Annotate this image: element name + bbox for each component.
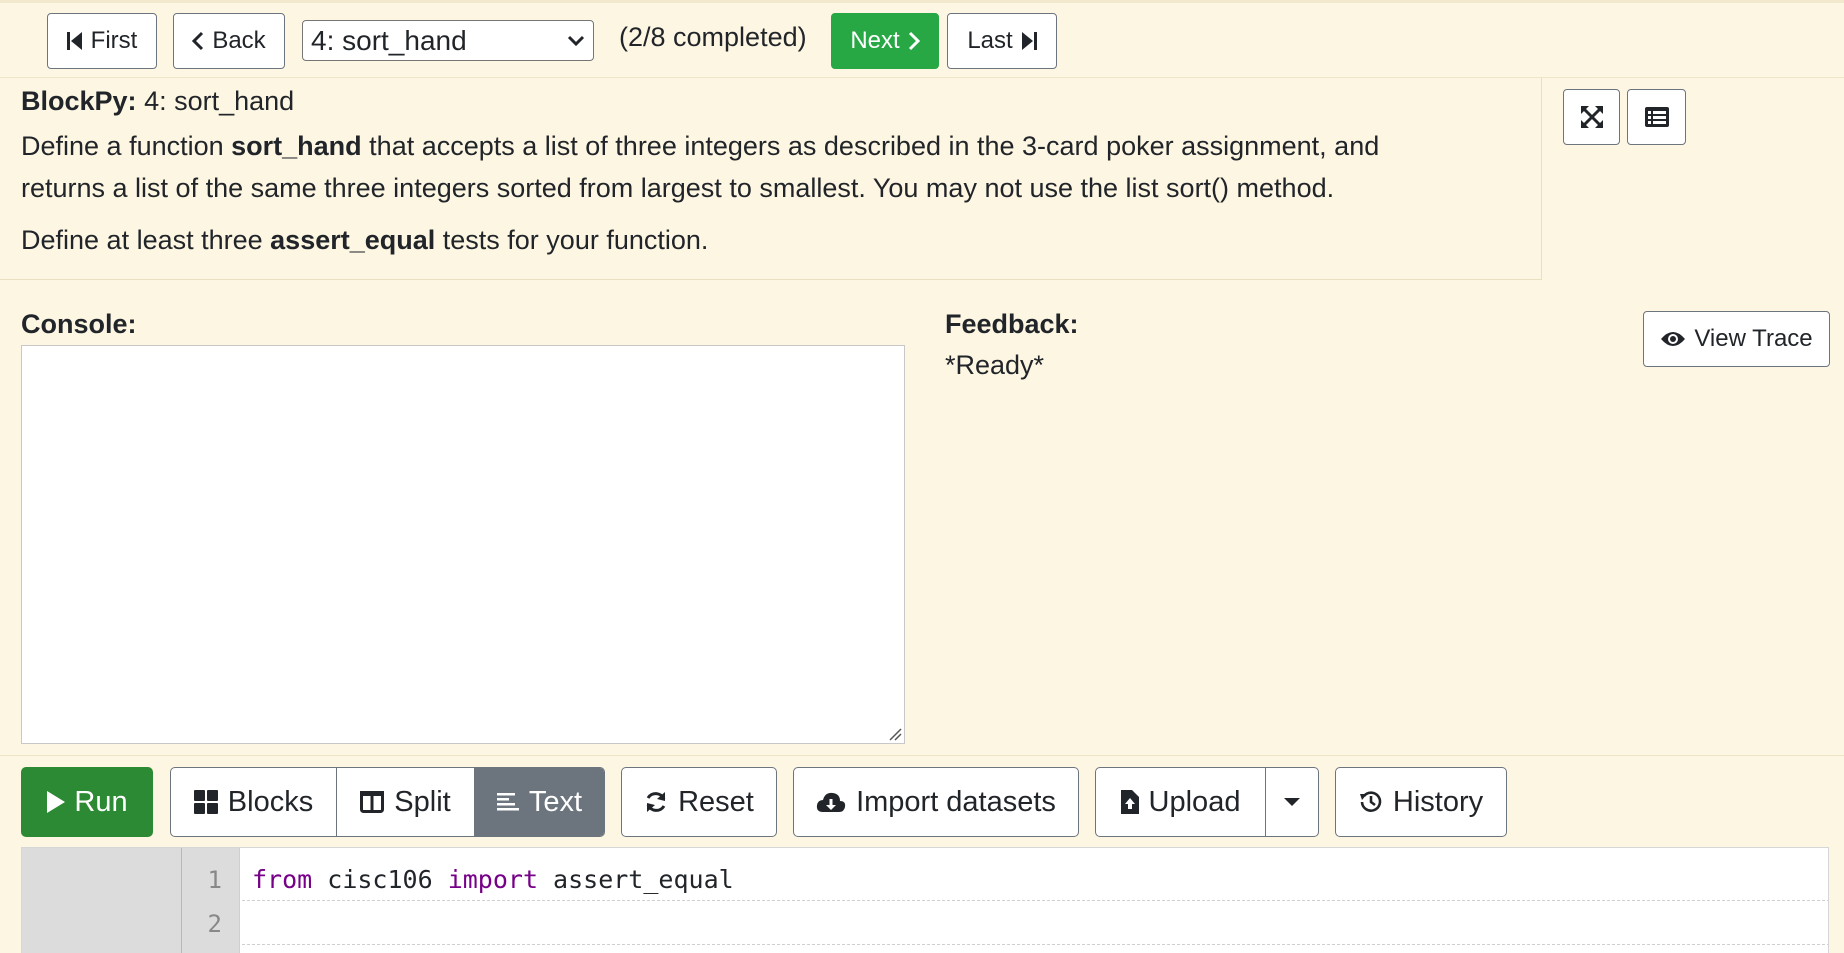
run-button[interactable]: Run [21, 767, 153, 837]
assignment-select-value: 4: sort_hand [311, 24, 467, 56]
back-label: Back [212, 27, 266, 54]
code-line-1: from cisc106 import assert_equal [252, 865, 734, 894]
next-label: Next [850, 27, 900, 54]
test-function-name: assert_equal [270, 225, 436, 255]
brand-label: BlockPy: [21, 86, 137, 116]
eye-icon [1661, 332, 1686, 346]
toolbar-divider [0, 755, 1844, 756]
run-label: Run [74, 785, 128, 818]
import-datasets-button[interactable]: Import datasets [793, 767, 1079, 837]
chevron-down-icon [567, 35, 585, 46]
code-text: assert_equal [538, 865, 734, 894]
align-left-icon [496, 793, 519, 811]
first-label: First [90, 27, 138, 54]
console-label: Console: [21, 309, 137, 339]
last-label: Last [967, 27, 1013, 54]
code-text: cisc106 [312, 865, 448, 894]
caret-down-icon [1284, 798, 1300, 806]
code-keyword: from [252, 865, 313, 894]
feedback-status: *Ready* [945, 350, 1045, 380]
history-label: History [1392, 785, 1484, 818]
console-output[interactable] [21, 345, 905, 744]
skip-forward-icon [1021, 32, 1037, 50]
upload-button[interactable]: Upload [1096, 768, 1266, 836]
fullscreen-button[interactable] [1563, 89, 1620, 145]
split-mode-button[interactable]: Split [337, 768, 475, 836]
upload-dropdown-toggle[interactable] [1266, 768, 1318, 836]
chevron-left-icon [192, 31, 204, 51]
import-label: Import datasets [856, 785, 1056, 818]
upload-label: Upload [1148, 785, 1241, 818]
feedback-label: Feedback: [945, 309, 1079, 339]
description-line-3: Define at least three assert_equal tests… [21, 225, 708, 256]
description-text: Define a function [21, 131, 232, 161]
description-line-2: returns a list of the same three integer… [21, 173, 1335, 203]
line-number: 2 [207, 910, 222, 938]
assignment-title: 4: sort_hand [144, 86, 295, 116]
editor-mode-group: Blocks Split Text [170, 767, 605, 837]
description-text: that accepts a list of three integers as… [361, 131, 1380, 161]
file-upload-icon [1120, 790, 1139, 814]
list-button[interactable] [1627, 89, 1686, 145]
history-icon [1359, 791, 1382, 812]
line-separator [242, 900, 1828, 901]
reset-button[interactable]: Reset [621, 767, 777, 837]
history-button[interactable]: History [1335, 767, 1507, 837]
refresh-icon [646, 792, 666, 812]
grid-icon [193, 790, 218, 814]
cloud-download-icon [816, 792, 846, 812]
list-icon [1644, 107, 1669, 127]
description-line-1: Define a function sort_hand that accepts… [21, 131, 1379, 162]
first-button[interactable]: First [47, 13, 157, 69]
columns-icon [360, 791, 385, 813]
code-editor[interactable]: 1 2 from cisc106 import assert_equal [21, 847, 1829, 953]
reset-label: Reset [678, 785, 754, 818]
play-icon [47, 791, 66, 813]
text-label: Text [528, 785, 583, 818]
line-number: 1 [207, 866, 222, 894]
chevron-right-icon [908, 31, 920, 51]
history-button-content: History [1336, 768, 1506, 836]
resize-handle-icon[interactable] [888, 727, 902, 741]
next-button[interactable]: Next [831, 13, 939, 69]
view-trace-button[interactable]: View Trace [1643, 311, 1830, 367]
upload-group: Upload [1095, 767, 1319, 837]
back-button[interactable]: Back [173, 13, 285, 69]
skip-back-icon [66, 32, 82, 50]
progress-text: (2/8 completed) [619, 22, 807, 52]
view-trace-label: View Trace [1694, 325, 1813, 352]
code-keyword: import [447, 865, 538, 894]
expand-icon [1580, 106, 1603, 128]
blocks-label: Blocks [227, 785, 314, 818]
blocks-mode-button[interactable]: Blocks [171, 768, 337, 836]
split-label: Split [394, 785, 451, 818]
description-text: tests for your function. [435, 225, 709, 255]
line-separator [242, 944, 1828, 945]
description-text: Define at least three [21, 225, 271, 255]
last-button[interactable]: Last [947, 13, 1057, 69]
function-name: sort_hand [231, 131, 362, 161]
text-mode-button[interactable]: Text [475, 768, 604, 836]
import-button-content: Import datasets [794, 768, 1078, 836]
assignment-select[interactable]: 4: sort_hand [302, 20, 594, 61]
page-title: BlockPy: 4: sort_hand [21, 86, 294, 117]
reset-button-content: Reset [622, 768, 776, 836]
